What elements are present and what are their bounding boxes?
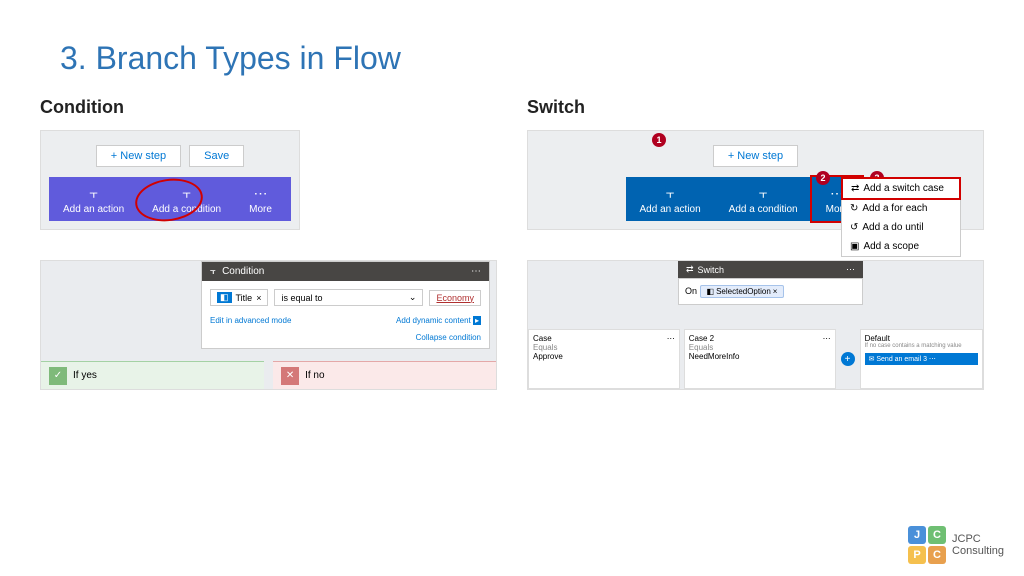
- condition-field-left[interactable]: ◧Title ×: [210, 289, 268, 306]
- slide-title: 3. Branch Types in Flow: [0, 0, 1024, 77]
- collapse-link[interactable]: Collapse condition: [416, 333, 481, 342]
- menu-switch-case[interactable]: ⇄ Add a switch case: [841, 177, 961, 200]
- condition-icon: ⫟: [152, 185, 221, 202]
- ellipsis-icon[interactable]: ⋯: [823, 334, 831, 343]
- add-case-button[interactable]: +: [841, 352, 855, 366]
- menu-do-until[interactable]: ↺ Add a do until: [842, 218, 960, 237]
- menu-for-each[interactable]: ↻ Add a for each: [842, 199, 960, 218]
- add-action-button-sw[interactable]: ⫟ Add an action: [626, 177, 715, 221]
- flow-icon: ⫟: [210, 266, 216, 277]
- switch-icon: ⇄: [686, 264, 694, 275]
- add-condition-button[interactable]: ⫟ Add a condition: [138, 177, 235, 221]
- badge-1: 1: [652, 133, 666, 147]
- if-yes-branch[interactable]: ✓If yes: [41, 361, 264, 389]
- add-dynamic-link[interactable]: Add dynamic content: [396, 316, 471, 325]
- add-condition-button-sw[interactable]: ⫟ Add a condition: [715, 177, 812, 221]
- switch-header: ⇄ Switch⋯: [678, 261, 863, 278]
- condition-detail-panel: ⫟ Condition ⋯ ◧Title × is equal to⌄ Econ…: [40, 260, 497, 390]
- action-icon: ⫟: [640, 185, 701, 202]
- more-button[interactable]: ⋯ More: [235, 177, 286, 221]
- add-action-button[interactable]: ⫟ Add an action: [49, 177, 138, 221]
- ellipsis-icon[interactable]: ⋯: [846, 264, 855, 275]
- check-icon: ✓: [49, 367, 67, 385]
- more-icon: ⋯: [249, 185, 272, 202]
- ellipsis-icon[interactable]: ⋯: [471, 266, 481, 277]
- condition-card-header: ⫟ Condition ⋯: [202, 262, 489, 281]
- switch-detail-panel: ⇄ Switch⋯ On ◧ SelectedOption × Case⋯ Eq…: [527, 260, 984, 390]
- condition-operator[interactable]: is equal to⌄: [274, 289, 423, 306]
- switch-on-field[interactable]: On ◧ SelectedOption ×: [678, 278, 863, 305]
- x-icon: ✕: [281, 367, 299, 385]
- new-step-button-switch[interactable]: + New step: [713, 145, 798, 167]
- condition-heading: Condition: [40, 97, 497, 118]
- case-2[interactable]: Case 2⋯ Equals NeedMoreInfo: [684, 329, 836, 389]
- condition-field-right[interactable]: Economy: [429, 290, 481, 306]
- condition-ribbon: ⫟ Add an action ⫟ Add a condition ⋯ More: [49, 177, 291, 221]
- save-button[interactable]: Save: [189, 145, 244, 167]
- if-no-branch[interactable]: ✕If no: [273, 361, 496, 389]
- case-1[interactable]: Case⋯ Equals Approve: [528, 329, 680, 389]
- more-menu: ⇄ Add a switch case ↻ Add a for each ↺ A…: [841, 177, 961, 257]
- switch-heading: Switch: [527, 97, 984, 118]
- edit-advanced-link[interactable]: Edit in advanced mode: [210, 316, 291, 325]
- email-action[interactable]: ✉ Send an email 3 ⋯: [865, 353, 978, 365]
- badge-2: 2: [816, 171, 830, 185]
- new-step-button[interactable]: + New step: [96, 145, 181, 167]
- condition-panel-top: + New step Save ⫟ Add an action ⫟ Add a …: [40, 130, 300, 230]
- menu-scope[interactable]: ▣ Add a scope: [842, 237, 960, 256]
- switch-panel-top: + New step 1 ⫟ Add an action ⫟ Add a con…: [527, 130, 984, 230]
- jcpc-logo: J C P C JCPCConsulting: [908, 526, 1004, 564]
- condition-icon: ⫟: [729, 185, 798, 202]
- case-default[interactable]: Default If no case contains a matching v…: [860, 329, 983, 389]
- action-icon: ⫟: [63, 185, 124, 202]
- ellipsis-icon[interactable]: ⋯: [667, 334, 675, 343]
